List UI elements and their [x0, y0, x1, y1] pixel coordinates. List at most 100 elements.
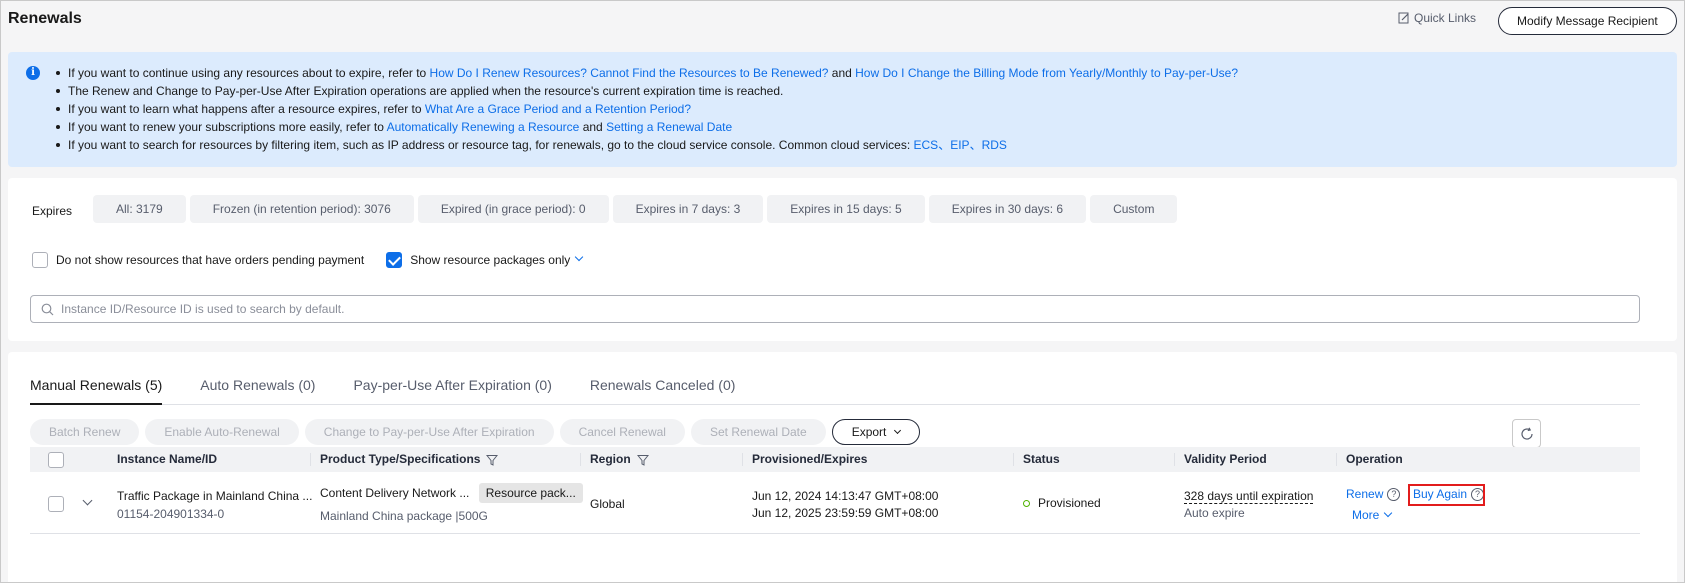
change-billing-link[interactable]: How Do I Change the Billing Mode from Ye…: [855, 66, 1238, 80]
validity-cell: 328 days until expiration: [1184, 489, 1314, 504]
expires-label: Expires: [32, 204, 73, 218]
tab-renewals-canceled[interactable]: Renewals Canceled (0): [590, 352, 736, 405]
region-value: Global: [590, 497, 625, 511]
auto-renew-link[interactable]: Automatically Renewing a Resource: [387, 120, 580, 134]
info-text: and: [579, 120, 607, 134]
modify-message-recipient-button[interactable]: Modify Message Recipient: [1498, 7, 1677, 35]
expires-chip-group: All: 3179 Frozen (in retention period): …: [93, 195, 1178, 223]
cancel-renewal-button[interactable]: Cancel Renewal: [559, 419, 685, 445]
refresh-icon: [1520, 427, 1533, 440]
col-instance-name: Instance Name/ID: [117, 452, 218, 466]
action-toolbar: Batch Renew Enable Auto-Renewal Change t…: [30, 419, 921, 445]
product-cell: Content Delivery Network ... Resource pa…: [320, 483, 583, 503]
chip-expired[interactable]: Expired (in grace period): 0: [417, 195, 609, 223]
validity-sub: Auto expire: [1184, 506, 1245, 520]
export-button[interactable]: Export: [831, 419, 921, 445]
more-link[interactable]: More: [1352, 508, 1379, 522]
col-product-type-label: Product Type/Specifications: [320, 452, 481, 466]
tab-manual-renewals[interactable]: Manual Renewals (5): [30, 352, 163, 405]
resource-package-tag: Resource pack...: [478, 483, 583, 503]
info-item: The Renew and Change to Pay-per-Use Afte…: [52, 82, 1677, 100]
validity-value[interactable]: 328 days until expiration: [1184, 489, 1314, 504]
info-banner: i If you want to continue using any reso…: [8, 52, 1677, 167]
renewals-page: Renewals Quick Links Modify Message Reci…: [0, 0, 1685, 583]
col-provisioned-expires: Provisioned/Expires: [752, 452, 868, 466]
more-op: More: [1352, 508, 1393, 522]
info-item: If you want to search for resources by f…: [52, 136, 1677, 154]
product-type: Content Delivery Network ...: [320, 486, 470, 500]
edit-icon: [1398, 12, 1409, 24]
expires-time: Jun 12, 2025 23:59:59 GMT+08:00: [752, 506, 939, 520]
search-box: [30, 295, 1640, 323]
table-row: Traffic Package in Mainland China ... 01…: [30, 472, 1640, 534]
filter-card: Expires All: 3179 Frozen (in retention p…: [8, 178, 1677, 341]
col-operation: Operation: [1346, 452, 1403, 466]
renew-link[interactable]: Renew: [1346, 487, 1383, 501]
chip-frozen[interactable]: Frozen (in retention period): 3076: [189, 195, 414, 223]
chip-15-days[interactable]: Expires in 15 days: 5: [767, 195, 925, 223]
eip-link[interactable]: EIP: [950, 138, 969, 152]
column-divider: [580, 453, 581, 466]
status-badge: Provisioned: [1038, 496, 1101, 510]
column-divider: [1174, 453, 1175, 466]
rds-link[interactable]: RDS: [982, 138, 1007, 152]
col-region: Region: [590, 447, 649, 472]
col-status: Status: [1023, 452, 1060, 466]
column-divider: [310, 453, 311, 466]
instance-name[interactable]: Traffic Package in Mainland China ...: [117, 489, 312, 503]
grace-period-link[interactable]: What Are a Grace Period and a Retention …: [425, 102, 691, 116]
chip-all[interactable]: All: 3179: [93, 195, 186, 223]
change-to-ppu-button[interactable]: Change to Pay-per-Use After Expiration: [304, 419, 554, 445]
provisioned-time: Jun 12, 2024 14:13:47 GMT+08:00: [752, 489, 939, 503]
column-divider: [1336, 453, 1337, 466]
chip-7-days[interactable]: Expires in 7 days: 3: [612, 195, 764, 223]
col-product-type: Product Type/Specifications: [320, 447, 499, 472]
help-icon[interactable]: ?: [1387, 488, 1401, 502]
page-title: Renewals: [8, 10, 82, 27]
expand-row-icon[interactable]: [82, 495, 93, 506]
show-packages-checkbox[interactable]: [386, 252, 403, 268]
select-all-checkbox[interactable]: [48, 452, 64, 468]
export-label: Export: [851, 425, 887, 439]
info-icon: i: [26, 66, 40, 80]
info-text: If you want to continue using any resour…: [68, 66, 430, 80]
filter-icon[interactable]: [636, 454, 649, 466]
filter-icon[interactable]: [486, 454, 499, 466]
hide-pending-checkbox[interactable]: [32, 252, 48, 268]
chip-custom[interactable]: Custom: [1090, 195, 1178, 223]
info-item: If you want to renew your subscriptions …: [52, 118, 1677, 136]
ecs-link[interactable]: ECS: [914, 138, 939, 152]
status-cell: Provisioned: [1023, 496, 1101, 510]
instance-id: 01154-204901334-0: [117, 507, 225, 521]
quick-links-link[interactable]: Quick Links: [1398, 11, 1476, 25]
set-renewal-date-button[interactable]: Set Renewal Date: [690, 419, 826, 445]
row-checkbox[interactable]: [48, 496, 64, 512]
tab-auto-renewals[interactable]: Auto Renewals (0): [200, 352, 315, 405]
chevron-down-icon[interactable]: [1384, 508, 1393, 518]
product-spec: Mainland China package |500G: [320, 509, 488, 523]
enable-auto-renewal-button[interactable]: Enable Auto-Renewal: [145, 419, 299, 445]
renew-resources-link[interactable]: How Do I Renew Resources? Cannot Find th…: [430, 66, 829, 80]
info-item: If you want to continue using any resour…: [52, 64, 1677, 82]
info-text: and: [828, 66, 856, 80]
quick-links-label: Quick Links: [1414, 11, 1477, 25]
info-text: If you want to renew your subscriptions …: [68, 120, 387, 134]
info-item: If you want to learn what happens after …: [52, 100, 1677, 118]
separator: 、: [969, 138, 982, 152]
chevron-down-icon[interactable]: [575, 252, 584, 262]
renew-op: Renew?: [1346, 487, 1401, 502]
refresh-button[interactable]: [1512, 419, 1541, 448]
col-region-label: Region: [590, 452, 631, 466]
chevron-down-icon: [894, 426, 902, 434]
renewal-date-link[interactable]: Setting a Renewal Date: [606, 120, 732, 134]
batch-renew-button[interactable]: Batch Renew: [30, 419, 140, 445]
info-list: If you want to continue using any resour…: [52, 64, 1677, 154]
info-text: If you want to search for resources by f…: [68, 138, 914, 152]
chip-30-days[interactable]: Expires in 30 days: 6: [928, 195, 1087, 223]
tab-pay-per-use[interactable]: Pay-per-Use After Expiration (0): [353, 352, 551, 405]
show-packages-label: Show resource packages only: [410, 253, 571, 267]
status-dot-icon: [1023, 500, 1030, 507]
info-text: The Renew and Change to Pay-per-Use Afte…: [68, 84, 784, 98]
hide-pending-label: Do not show resources that have orders p…: [56, 253, 365, 267]
search-input[interactable]: [61, 302, 1561, 316]
